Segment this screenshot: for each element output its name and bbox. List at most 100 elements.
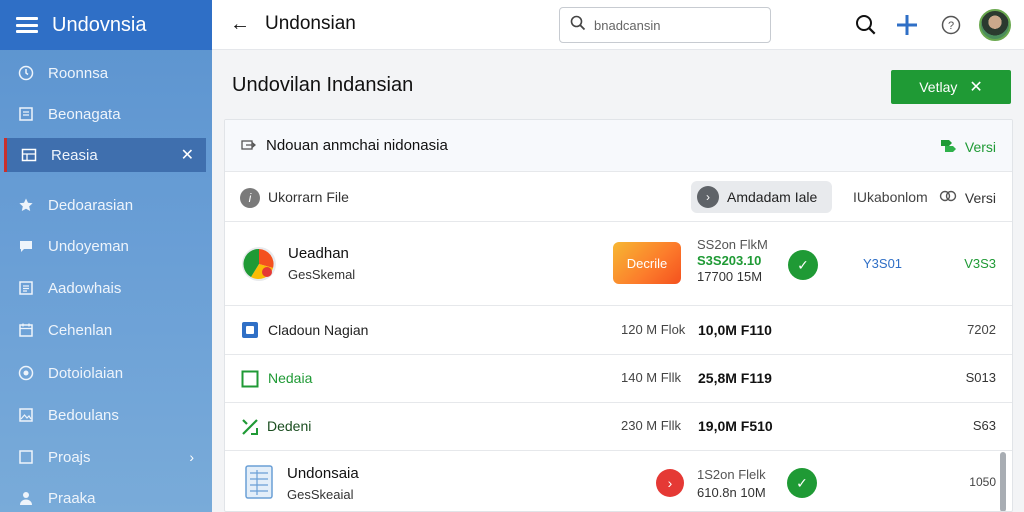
spreadsheet-icon [245, 465, 273, 502]
checkbox-icon [18, 449, 34, 465]
file-size: 610.8n 10M [697, 485, 766, 500]
file-meta: SS2on FlkM [697, 237, 768, 252]
file-value: 25,8M F119 [698, 370, 772, 386]
star-icon [18, 197, 34, 213]
close-icon[interactable]: ✕ [969, 77, 982, 97]
sidebar-item-label: Dotoiolaian [48, 364, 124, 382]
file-meta: 1S2on Flelk [697, 467, 766, 482]
search-box[interactable] [559, 7, 771, 43]
sidebar-item-roonnsa[interactable]: Roonnsa [0, 56, 212, 90]
list-icon [18, 280, 34, 296]
sidebar-header: Undovnsia [0, 0, 212, 50]
hamburger-menu-icon[interactable] [16, 17, 38, 33]
file-code: Y3S01 [863, 256, 903, 271]
sidebar-item-label: Roonnsa [48, 64, 109, 82]
clock-icon [18, 65, 34, 81]
scrollbar[interactable] [1000, 452, 1006, 511]
file-name: Undonsaia [287, 465, 359, 482]
arrow-right-icon: › [697, 186, 719, 208]
file-value: 19,0M F510 [698, 418, 773, 434]
file-name: Ueadhan [288, 245, 349, 262]
sidebar-item-dedoarasian[interactable]: Dedoarasian [0, 188, 212, 222]
file-size: 140 M Fllk [621, 370, 681, 385]
sidebar-item-cehenlan[interactable]: Cehenlan [0, 313, 212, 347]
file-size: 17700 15M [697, 269, 763, 284]
file-name: Nedaia [268, 370, 313, 386]
file-sub: GesSkemal [288, 267, 356, 282]
avatar[interactable] [979, 9, 1011, 41]
file-meta-highlight: S3S203.10 [697, 253, 762, 268]
sidebar-item-beonagata[interactable]: Beonagata [0, 97, 212, 131]
table-row[interactable]: Undonsaia GesSkeaial › 1S2on Flelk 610.8… [225, 451, 1012, 511]
search-icon[interactable] [853, 12, 879, 38]
versi-filter[interactable]: Versi [939, 188, 996, 207]
versi-filter-label: Versi [964, 189, 996, 206]
sort-pill[interactable]: › Amdadam Iale [691, 181, 832, 213]
sidebar-item-label: Dedoarasian [48, 196, 134, 214]
decrile-button[interactable]: Decrile [613, 242, 681, 284]
column-header[interactable]: IUkabonlom [853, 189, 928, 205]
sidebar-item-label: Praaka [48, 489, 96, 507]
file-version: S013 [965, 370, 996, 385]
file-name: Dedeni [267, 418, 312, 434]
sidebar-item-label: Cehenlan [48, 321, 113, 339]
sidebar-item-label: Undoyeman [48, 237, 129, 255]
file-version: V3S3 [964, 256, 996, 271]
doc-file-icon [241, 321, 259, 342]
sidebar-item-reasia[interactable]: Reasia ✕ [4, 138, 206, 172]
sidebar-item-aadowhais[interactable]: Aadowhais [0, 271, 212, 305]
person-icon [18, 490, 34, 506]
versi-link[interactable]: Versi [939, 137, 996, 156]
svg-text:?: ? [948, 20, 954, 32]
sidebar-item-undoyeman[interactable]: Undoyeman [0, 229, 212, 263]
table-row[interactable]: Dedeni 230 M Fllk 19,0M F510 S63 [225, 403, 1012, 451]
file-name: Cladoun Nagian [268, 322, 369, 338]
sidebar-item-label: Proajs [48, 448, 91, 466]
table-row[interactable]: Ueadhan GesSkemal Decrile SS2on FlkM S3S… [225, 222, 1012, 306]
info-icon: i [240, 188, 260, 208]
close-icon[interactable]: ✕ [181, 145, 194, 165]
sidebar-item-label: Aadowhais [48, 279, 122, 297]
plus-icon[interactable] [894, 12, 920, 38]
search-input[interactable] [594, 17, 764, 33]
verify-button[interactable]: Vetlay ✕ [891, 70, 1011, 104]
card-title: Ndouan anmchai nidonasia [266, 137, 448, 154]
table-row[interactable]: Nedaia 140 M Fllk 25,8M F119 S013 [225, 355, 1012, 403]
sort-pill-label: Amdadam Iale [727, 189, 818, 205]
chart-file-icon [241, 246, 277, 285]
sidebar: Undovnsia Roonnsa Beonagata Reasia ✕ Ded… [0, 0, 212, 512]
filter-label: Ukorrarn File [268, 189, 349, 205]
sidebar-item-label: Beonagata [48, 105, 121, 123]
arrow-right-icon[interactable]: › [656, 469, 684, 497]
file-value: 10,0M F110 [698, 322, 772, 338]
table-row[interactable]: Cladoun Nagian 120 M Flok 10,0M F110 720… [225, 306, 1012, 355]
chat-icon [18, 238, 34, 254]
sidebar-title: Undovnsia [52, 13, 147, 36]
top-bar-title: Undonsian [265, 13, 356, 34]
sidebar-item-bedoulans[interactable]: Bedoulans [0, 398, 212, 432]
search-icon [570, 15, 586, 36]
sidebar-item-praaka[interactable]: Praaka [0, 481, 212, 512]
back-arrow-icon[interactable]: ← [230, 13, 250, 36]
target-icon [18, 365, 34, 381]
checkbox-icon[interactable] [241, 370, 259, 391]
check-circle-icon[interactable]: ✓ [788, 250, 818, 280]
file-sub: GesSkeaial [287, 487, 354, 502]
help-icon[interactable]: ? [938, 12, 964, 38]
file-version: 1050 [969, 475, 996, 489]
table-icon [21, 147, 37, 163]
file-size: 230 M Fllk [621, 418, 681, 433]
page-title: Undovilan Indansian [232, 74, 414, 96]
sidebar-item-proajs[interactable]: Proajs › [0, 440, 212, 474]
sidebar-item-dotoiolaian[interactable]: Dotoiolaian [0, 356, 212, 390]
file-card: Ndouan anmchai nidonasia Versi i Ukorrar… [224, 119, 1013, 512]
card-header: Ndouan anmchai nidonasia Versi [225, 120, 1012, 172]
filter-bar: i Ukorrarn File › Amdadam Iale IUkabonlo… [225, 172, 1012, 222]
check-circle-icon[interactable]: ✓ [787, 468, 817, 498]
file-version: S63 [972, 418, 996, 433]
file-size: 120 M Flok [621, 322, 686, 337]
calendar-icon [18, 322, 34, 338]
chevron-right-icon[interactable]: › [189, 449, 194, 465]
sheet-file-icon [241, 418, 259, 439]
verify-button-label: Vetlay [919, 79, 958, 95]
